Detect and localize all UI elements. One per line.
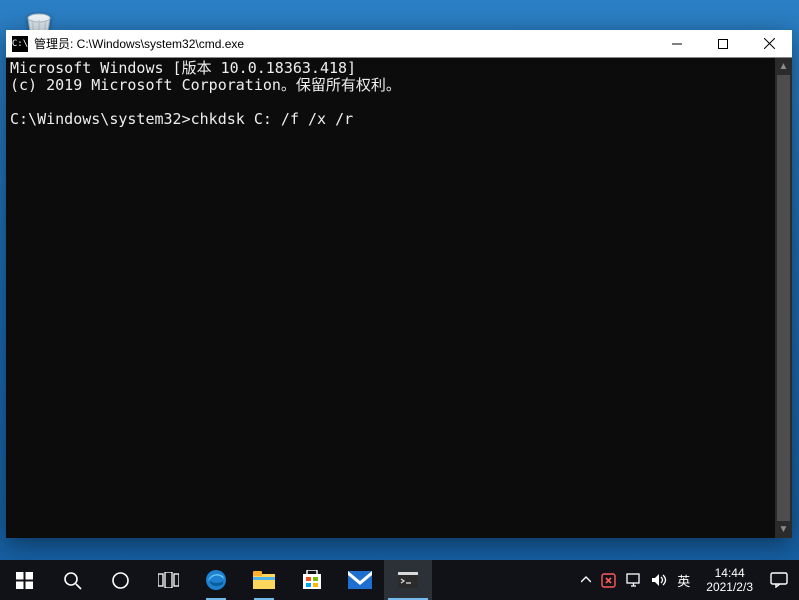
taskbar-clock[interactable]: 14:44 2021/2/3 bbox=[700, 560, 759, 600]
taskbar: 英 14:44 2021/2/3 bbox=[0, 560, 799, 600]
scroll-thumb[interactable] bbox=[777, 75, 790, 521]
cmd-app-icon: C:\ bbox=[12, 36, 28, 52]
cortana-button[interactable] bbox=[96, 560, 144, 600]
search-button[interactable] bbox=[48, 560, 96, 600]
terminal-command: chkdsk C: /f /x /r bbox=[191, 110, 354, 128]
security-icon[interactable] bbox=[601, 573, 616, 588]
desktop: C:\ 管理员: C:\Windows\system32\cmd.exe Mic… bbox=[0, 0, 799, 600]
scroll-up-button[interactable]: ▲ bbox=[775, 58, 792, 75]
tray-overflow-icon[interactable] bbox=[581, 575, 591, 585]
taskbar-mail[interactable] bbox=[336, 560, 384, 600]
task-view-button[interactable] bbox=[144, 560, 192, 600]
action-center-button[interactable] bbox=[759, 560, 799, 600]
terminal-line: (c) 2019 Microsoft Corporation。保留所有权利。 bbox=[10, 76, 401, 94]
start-button[interactable] bbox=[0, 560, 48, 600]
volume-icon[interactable] bbox=[651, 573, 667, 587]
scroll-track[interactable] bbox=[775, 75, 792, 521]
taskbar-store[interactable] bbox=[288, 560, 336, 600]
vertical-scrollbar[interactable]: ▲ ▼ bbox=[775, 58, 792, 538]
taskbar-edge[interactable] bbox=[192, 560, 240, 600]
taskbar-file-explorer[interactable] bbox=[240, 560, 288, 600]
terminal-output[interactable]: Microsoft Windows [版本 10.0.18363.418] (c… bbox=[6, 58, 775, 538]
cmd-window: C:\ 管理员: C:\Windows\system32\cmd.exe Mic… bbox=[6, 30, 792, 538]
titlebar[interactable]: C:\ 管理员: C:\Windows\system32\cmd.exe bbox=[6, 30, 792, 57]
window-title: 管理员: C:\Windows\system32\cmd.exe bbox=[34, 35, 244, 52]
ime-indicator[interactable]: 英 bbox=[677, 571, 690, 590]
system-tray: 英 bbox=[571, 560, 700, 600]
taskbar-cmd[interactable] bbox=[384, 560, 432, 600]
network-icon[interactable] bbox=[626, 573, 641, 587]
clock-date: 2021/2/3 bbox=[706, 580, 753, 594]
maximize-button[interactable] bbox=[700, 30, 746, 57]
close-button[interactable] bbox=[746, 30, 792, 57]
terminal-line: Microsoft Windows [版本 10.0.18363.418] bbox=[10, 59, 356, 77]
window-client-area: Microsoft Windows [版本 10.0.18363.418] (c… bbox=[6, 57, 792, 538]
minimize-button[interactable] bbox=[654, 30, 700, 57]
terminal-prompt: C:\Windows\system32> bbox=[10, 110, 191, 128]
scroll-down-button[interactable]: ▼ bbox=[775, 521, 792, 538]
clock-time: 14:44 bbox=[706, 566, 753, 580]
